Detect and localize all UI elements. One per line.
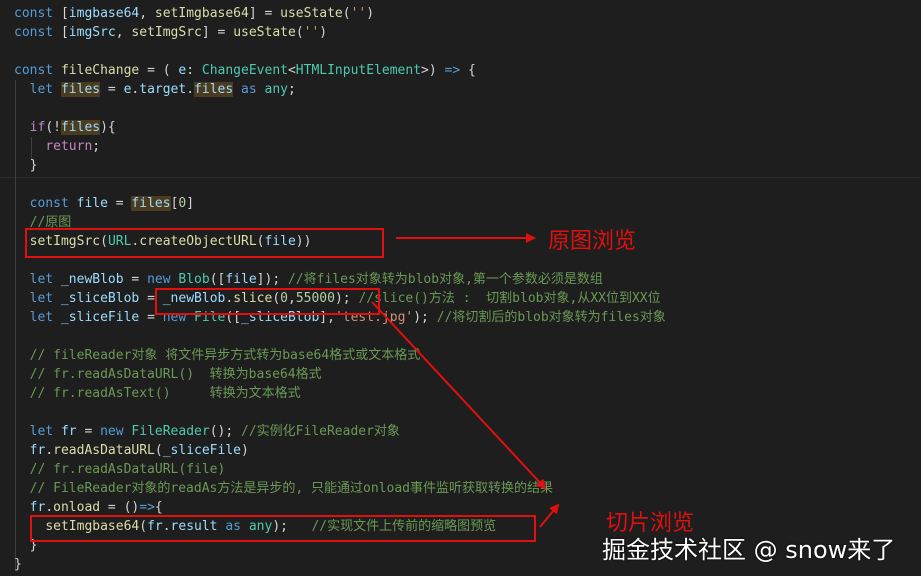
- watermark: 掘金技术社区 @ snow来了: [602, 536, 896, 564]
- arrow-slice-preview: [539, 503, 560, 528]
- arrow-slice: [371, 301, 547, 490]
- code-editor[interactable]: const [imgbase64, setImgbase64] = useSta…: [0, 0, 921, 576]
- original-preview-label: 原图浏览: [548, 229, 637, 254]
- annotation-arrows: [371, 233, 560, 528]
